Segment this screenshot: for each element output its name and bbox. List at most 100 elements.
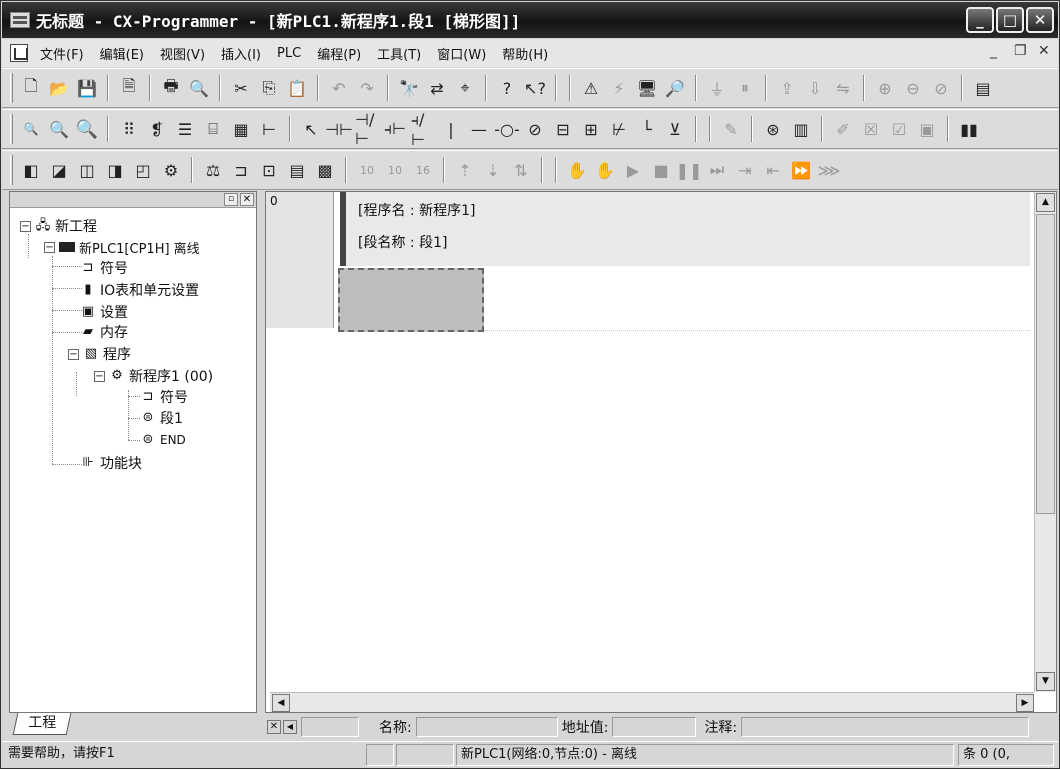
menu-program[interactable]: 编程(P) xyxy=(309,44,369,63)
edit-rung-icon[interactable]: ☑ xyxy=(887,117,911,141)
menu-edit[interactable]: 编辑(E) xyxy=(92,44,152,63)
step-run-icon[interactable]: ⏭ xyxy=(705,158,729,182)
undo-icon[interactable]: ↶ xyxy=(327,76,351,100)
copy-icon[interactable]: ⎘ xyxy=(257,76,281,100)
tree-node-project[interactable]: − 🖧 新工程 xyxy=(20,216,97,236)
scroll-prev-icon[interactable]: ◀ xyxy=(283,720,297,734)
simulation-icon[interactable]: ✋ xyxy=(565,158,589,182)
stop-icon[interactable]: ■ xyxy=(649,158,673,182)
help-icon[interactable]: ? xyxy=(495,76,519,100)
coil-nc-icon[interactable]: ⊘ xyxy=(523,117,547,141)
step-out-icon[interactable]: ⇤ xyxy=(761,158,785,182)
horizontal-line-icon[interactable]: — xyxy=(467,117,491,141)
menu-tools[interactable]: 工具(T) xyxy=(369,44,429,63)
select-mode-icon[interactable]: ↖ xyxy=(299,117,323,141)
name-field[interactable] xyxy=(415,717,558,737)
mnemonic-view-icon[interactable]: ▤ xyxy=(285,158,309,182)
step-in-icon[interactable]: ⇥ xyxy=(733,158,757,182)
tree-node-programs[interactable]: − ▧ 程序 xyxy=(68,344,131,364)
collapse-icon[interactable]: − xyxy=(20,220,31,232)
mdi-restore-button[interactable]: ❐ xyxy=(1014,43,1027,59)
list-icon[interactable]: ☰ xyxy=(173,117,197,141)
menu-window[interactable]: 窗口(W) xyxy=(429,44,494,63)
hex-16-icon[interactable]: 16 xyxy=(411,158,435,182)
ladder-view-icon[interactable]: ⊡ xyxy=(257,158,281,182)
tab-project[interactable]: 工程 xyxy=(12,713,72,735)
tree-view-icon[interactable]: ⊢ xyxy=(257,117,281,141)
rung-icon[interactable]: ⌸ xyxy=(201,117,225,141)
cross-reference-icon[interactable]: ⌖ xyxy=(453,76,477,100)
cross-ref-report-icon[interactable]: ⚖ xyxy=(201,158,225,182)
contact-or-no-icon[interactable]: ⫞⊢ xyxy=(383,117,407,141)
tree-node-settings[interactable]: ▣ 设置 xyxy=(80,302,128,322)
mdi-minimize-button[interactable]: _ xyxy=(990,43,997,59)
scroll-thumb[interactable] xyxy=(1036,214,1055,514)
rung-number-cell[interactable]: 0 xyxy=(266,192,334,328)
edit-symbol-icon[interactable]: ✐ xyxy=(831,117,855,141)
tree-node-program-symbols[interactable]: ⊐ 符号 xyxy=(140,387,188,407)
transfer-to-plc-icon[interactable]: ⇪ xyxy=(775,76,799,100)
binary-10-icon[interactable]: 10 xyxy=(355,158,379,182)
project-window-icon[interactable]: ◧ xyxy=(19,158,43,182)
find-icon[interactable]: 🔭 xyxy=(397,76,421,100)
new-file-icon[interactable]: 🗋 xyxy=(19,76,43,100)
grid-icon[interactable]: ⠿ xyxy=(117,117,141,141)
zoom-small-icon[interactable]: 🔍 xyxy=(19,117,43,141)
data-trace-icon[interactable]: ⊛ xyxy=(761,117,785,141)
address-reference-icon[interactable]: ◨ xyxy=(103,158,127,182)
print-preview-icon[interactable]: 🔍 xyxy=(187,76,211,100)
scroll-right-icon[interactable]: ▶ xyxy=(1016,694,1034,712)
settings-window-icon[interactable]: ⚙ xyxy=(159,158,183,182)
contact-or-nc-icon[interactable]: ⫞/⊢ xyxy=(411,110,435,148)
horizontal-scrollbar[interactable]: ◀ ▶ xyxy=(270,692,1034,712)
pt-line-icon[interactable]: ⊬ xyxy=(607,117,631,141)
redo-icon[interactable]: ↷ xyxy=(355,76,379,100)
properties-icon[interactable]: 🗎 xyxy=(117,76,141,100)
contact-nc-icon[interactable]: ⊣/⊢ xyxy=(355,110,379,148)
run-icon[interactable]: ▶ xyxy=(621,158,645,182)
cut-icon[interactable]: ✂ xyxy=(229,76,253,100)
collapse-icon[interactable]: − xyxy=(94,370,105,382)
close-button[interactable]: ✕ xyxy=(1026,7,1054,33)
scroll-down-icon[interactable]: ▼ xyxy=(1036,672,1055,691)
zoom-in-icon[interactable]: 🔍 xyxy=(47,117,71,141)
app-icon[interactable] xyxy=(10,12,30,28)
collapse-icon[interactable]: − xyxy=(68,348,79,360)
paste-icon[interactable]: 📋 xyxy=(285,76,309,100)
replace-icon[interactable]: ⇄ xyxy=(425,76,449,100)
contact-no-icon[interactable]: ⊣⊢ xyxy=(325,117,353,141)
menu-view[interactable]: 视图(V) xyxy=(152,44,213,63)
edit-comment-icon[interactable]: ☒ xyxy=(859,117,883,141)
mode-icon[interactable]: ⏚ xyxy=(705,76,729,100)
force-on-icon[interactable]: ⊕ xyxy=(873,76,897,100)
plc-search-icon[interactable]: 🔎 xyxy=(663,76,687,100)
title-bar[interactable]: 无标题 - CX-Programmer - [新PLC1.新程序1.段1 [梯形… xyxy=(2,2,1058,38)
force-off-icon[interactable]: ⊖ xyxy=(901,76,925,100)
warning-icon[interactable]: ⚠ xyxy=(579,76,603,100)
workspace-header[interactable]: ▫ ✕ xyxy=(10,192,256,208)
symbols-view-icon[interactable]: ⊐ xyxy=(229,158,253,182)
pause-icon[interactable]: ⏸ xyxy=(733,76,757,100)
menu-file[interactable]: 文件(F) xyxy=(32,44,92,63)
online-icon[interactable]: ⚡ xyxy=(607,76,631,100)
toolbar-grip[interactable] xyxy=(10,114,13,144)
pause-sim-icon[interactable]: ❚❚ xyxy=(676,158,703,182)
online-edit-icon[interactable]: ✎ xyxy=(719,117,743,141)
mdi-close-button[interactable]: ✕ xyxy=(1038,43,1050,59)
open-folder-icon[interactable]: 📂 xyxy=(47,76,71,100)
upload-program-icon[interactable]: ⇡ xyxy=(453,158,477,182)
comment-field[interactable] xyxy=(741,717,1030,737)
tree-node-function-blocks[interactable]: ⊪ 功能块 xyxy=(80,453,142,473)
address-field[interactable] xyxy=(612,717,697,737)
ladder-cursor[interactable] xyxy=(338,268,484,332)
table-icon[interactable]: ▦ xyxy=(229,117,253,141)
scan-run-icon[interactable]: ⋙ xyxy=(817,158,841,182)
edit-rung2-icon[interactable]: ▣ xyxy=(915,117,939,141)
memory-card-icon[interactable]: ▤ xyxy=(971,76,995,100)
simulation-debug-icon[interactable]: ✋ xyxy=(593,158,617,182)
line-corner-icon[interactable]: └ xyxy=(635,117,659,141)
compare-icon[interactable]: ⇋ xyxy=(831,76,855,100)
print-icon[interactable]: 🖶 xyxy=(159,76,183,100)
monitor-icon[interactable]: 🖥 xyxy=(635,76,659,100)
watch-window-icon[interactable]: ◫ xyxy=(75,158,99,182)
